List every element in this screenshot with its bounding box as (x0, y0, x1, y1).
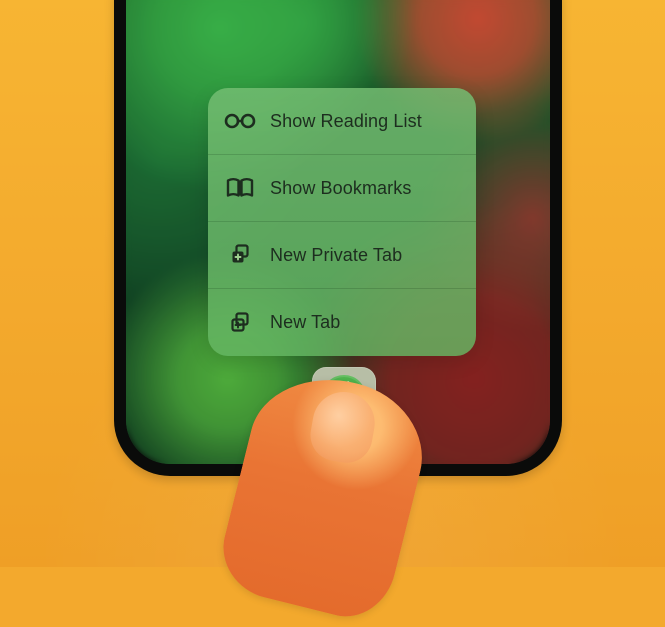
new-tab-icon (224, 311, 256, 335)
menu-item-new-tab[interactable]: New Tab (208, 289, 476, 356)
private-tab-icon (224, 243, 256, 267)
menu-item-label: New Private Tab (270, 244, 403, 265)
book-icon (224, 176, 256, 200)
menu-item-label: Show Reading List (270, 110, 422, 131)
glasses-icon (224, 109, 256, 133)
menu-item-show-reading-list[interactable]: Show Reading List (208, 88, 476, 155)
menu-item-new-private-tab[interactable]: New Private Tab (208, 222, 476, 289)
menu-item-show-bookmarks[interactable]: Show Bookmarks (208, 155, 476, 222)
menu-item-label: New Tab (270, 312, 341, 332)
menu-item-label: Show Bookmarks (270, 177, 412, 198)
quick-actions-menu: Show Reading List Show Bookmarks New Pri… (208, 88, 476, 356)
